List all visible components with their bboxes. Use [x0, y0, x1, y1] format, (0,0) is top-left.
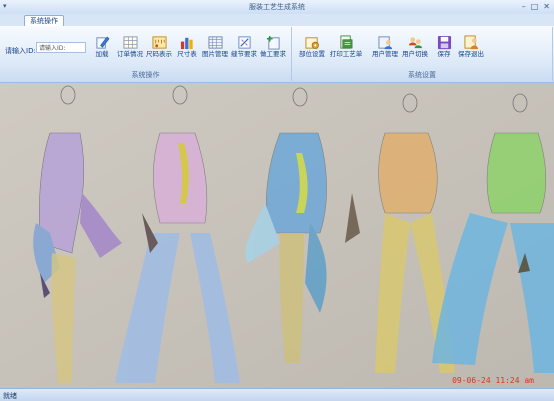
- ribbon-group-settings: 部位设置 打印工艺单 用户管理 用户切换 保存 保存退出 系统设置: [292, 27, 553, 81]
- window-controls: – □ ✕: [522, 1, 550, 12]
- status-bar: 就绪: [0, 388, 554, 401]
- bar-chart-icon: [180, 37, 193, 50]
- print-process-sheet-button[interactable]: 打印工艺单: [330, 35, 362, 65]
- plus-sheet-icon: [266, 35, 280, 50]
- ruler-icon: [151, 36, 167, 49]
- minimize-icon[interactable]: –: [522, 1, 526, 12]
- id-input-label: 请输入ID:: [5, 47, 36, 55]
- ribbon-group-operation: 请输入ID: 请输入ID: 加载 订单情况 尺码表示 尺寸表 图片管理 缝节要求: [0, 27, 292, 81]
- workmanship-requirements-button[interactable]: 做工要求: [259, 35, 287, 65]
- maximize-icon[interactable]: □: [531, 1, 539, 12]
- sewing-icon: [237, 36, 251, 49]
- print-process-sheet-label: 打印工艺单: [329, 50, 363, 58]
- grid-image-icon: [207, 36, 223, 49]
- save-exit-icon: [463, 35, 478, 50]
- tab-row: 系统操作: [0, 14, 554, 27]
- settings-parts-icon: [304, 37, 319, 49]
- close-icon[interactable]: ✕: [543, 1, 550, 12]
- photo-date-stamp: 09-06-24 11:24 am: [452, 376, 534, 385]
- table-icon: [122, 36, 138, 49]
- group-operation-label: 系统操作: [131, 71, 160, 79]
- window-title: 服装工艺生成系统: [249, 3, 305, 11]
- title-bar: ▾ 服装工艺生成系统 – □ ✕: [0, 0, 554, 15]
- pencil-load-icon: [95, 36, 109, 49]
- save-exit-button[interactable]: 保存退出: [457, 35, 485, 65]
- save-exit-label: 保存退出: [458, 50, 484, 58]
- sketch-canvas: 09-06-24 11:24 am: [0, 83, 554, 388]
- user-switch-icon: [408, 37, 422, 49]
- id-input[interactable]: 请输入ID:: [36, 42, 86, 53]
- save-icon: [437, 35, 451, 50]
- print-icon: [339, 35, 352, 49]
- part-settings-button[interactable]: 部位设置: [298, 35, 326, 65]
- users-icon: [377, 36, 392, 50]
- workmanship-requirements-label: 做工要求: [260, 50, 286, 58]
- ribbon: 请输入ID: 请输入ID: 加载 订单情况 尺码表示 尺寸表 图片管理 缝节要求: [0, 26, 554, 83]
- group-settings-label: 系统设置: [408, 71, 436, 79]
- fashion-sketch-image: 09-06-24 11:24 am: [0, 83, 554, 388]
